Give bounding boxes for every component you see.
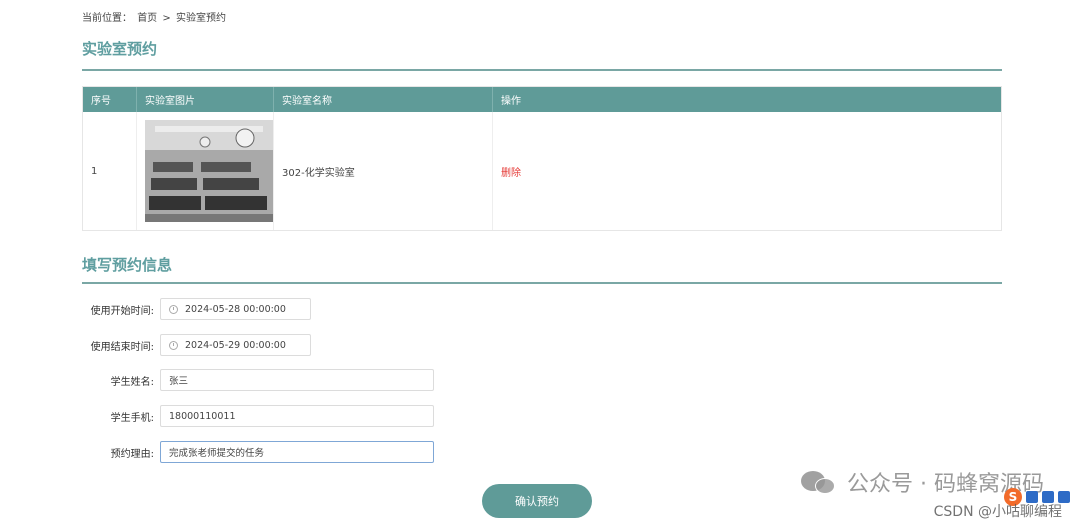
student-name-row: 学生姓名: 张三 [60, 369, 434, 391]
lab-table: 序号 实验室图片 实验室名称 操作 1 302-化学实验室 删除 [82, 86, 1002, 231]
header-index: 序号 [83, 87, 137, 112]
student-phone-label: 学生手机: [110, 412, 154, 424]
header-name: 实验室名称 [274, 87, 493, 112]
start-time-value: 2024-05-28 00:00:00 [185, 303, 286, 315]
breadcrumb-prefix: 当前位置： [82, 13, 132, 24]
reason-label: 预约理由: [110, 448, 154, 460]
end-time-value: 2024-05-29 00:00:00 [185, 339, 286, 351]
breadcrumb-current: 实验室预约 [175, 13, 226, 24]
end-time-label: 使用结束时间: [90, 341, 154, 353]
student-phone-value: 18000110011 [169, 410, 236, 422]
student-phone-row: 学生手机: 18000110011 [60, 405, 434, 427]
row-index: 1 [83, 112, 137, 230]
start-time-label: 使用开始时间: [90, 305, 154, 317]
lab-photo [145, 120, 273, 222]
reason-input[interactable]: 完成张老师提交的任务 [160, 441, 434, 463]
student-phone-input[interactable]: 18000110011 [160, 405, 434, 427]
breadcrumb-separator: > [162, 13, 171, 24]
clock-icon [169, 340, 178, 350]
table-header: 序号 实验室图片 实验室名称 操作 [83, 87, 1001, 112]
reason-row: 预约理由: 完成张老师提交的任务 [60, 441, 434, 463]
table-row: 1 302-化学实验室 删除 [83, 112, 1001, 230]
confirm-booking-button[interactable]: 确认预约 [482, 484, 592, 518]
breadcrumb: 当前位置： 首页 > 实验室预约 [82, 9, 228, 24]
student-name-input[interactable]: 张三 [160, 369, 434, 391]
start-time-row: 使用开始时间: 2024-05-28 00:00:00 [60, 298, 311, 320]
form-title: 填写预约信息 [82, 256, 173, 274]
header-image: 实验室图片 [137, 87, 274, 112]
start-time-input[interactable]: 2024-05-28 00:00:00 [160, 298, 311, 320]
row-lab-name: 302-化学实验室 [274, 112, 493, 230]
breadcrumb-home-link[interactable]: 首页 [137, 13, 157, 24]
header-action: 操作 [501, 96, 521, 107]
end-time-row: 使用结束时间: 2024-05-29 00:00:00 [60, 334, 311, 356]
csdn-watermark: CSDN @小咕聊编程 [933, 504, 1062, 520]
wechat-icon [801, 469, 837, 495]
student-name-label: 学生姓名: [110, 376, 154, 388]
end-time-input[interactable]: 2024-05-29 00:00:00 [160, 334, 311, 356]
delete-link[interactable]: 删除 [501, 164, 521, 179]
row-action-cell: 删除 [493, 112, 1001, 230]
clock-icon [169, 304, 178, 314]
reason-value: 完成张老师提交的任务 [169, 448, 265, 459]
row-image-cell [137, 112, 274, 230]
page-title: 实验室预约 [82, 40, 158, 58]
student-name-value: 张三 [169, 376, 189, 387]
form-divider [82, 282, 1002, 284]
title-divider [82, 69, 1002, 71]
